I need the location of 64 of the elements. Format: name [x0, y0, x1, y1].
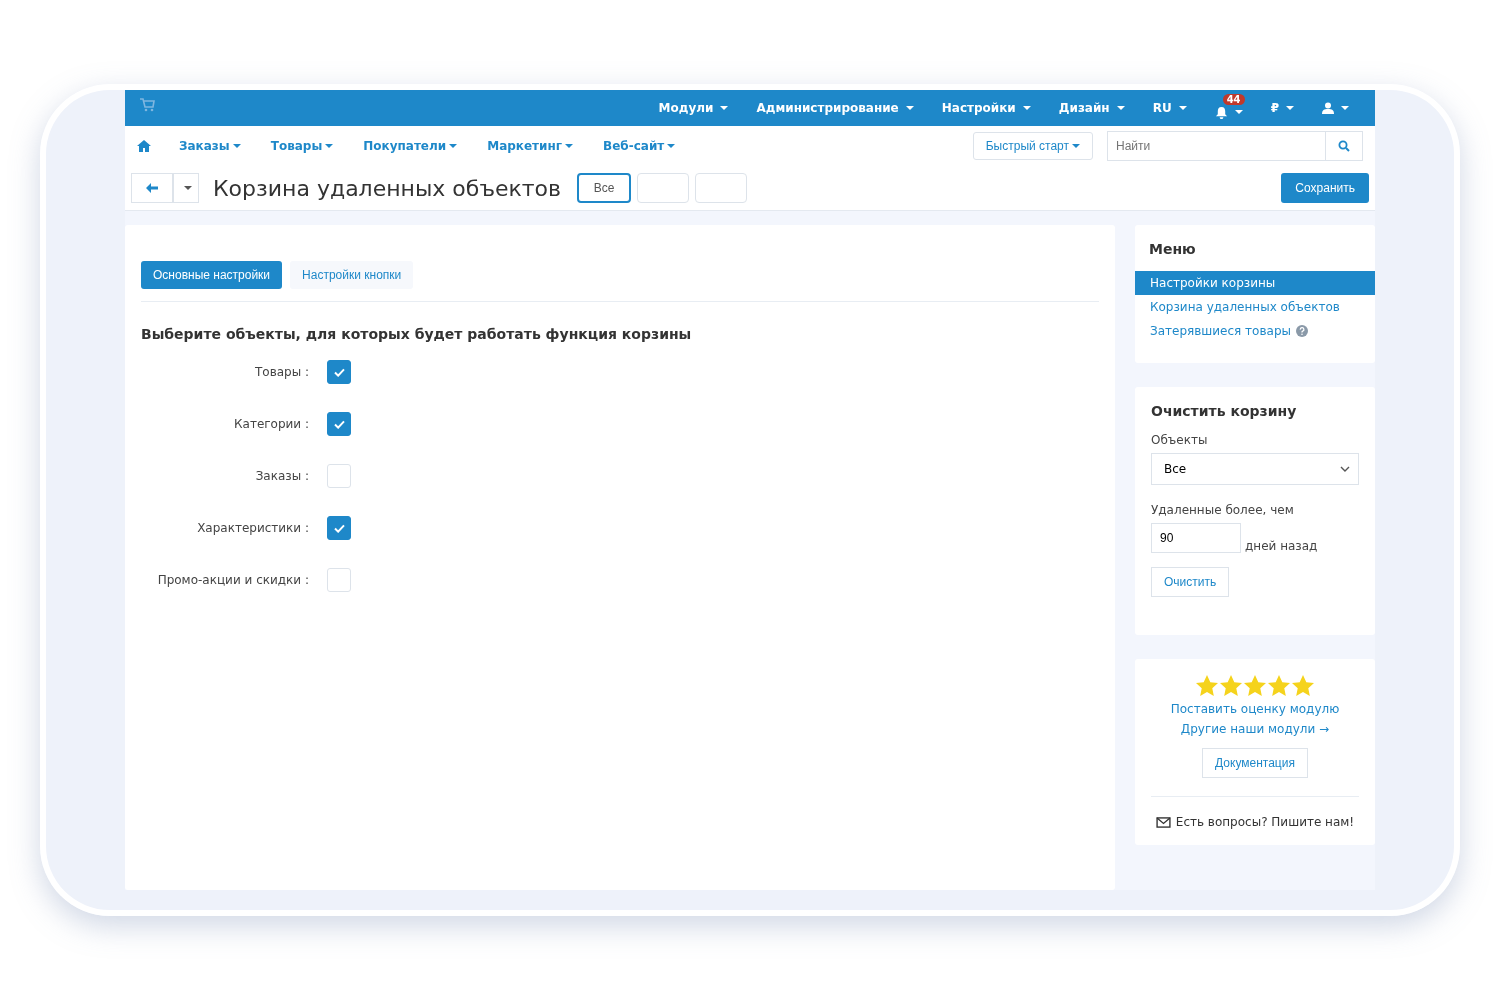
menu-item[interactable]: Настройки корзины: [1135, 271, 1375, 295]
notifications-button[interactable]: 44: [1202, 93, 1255, 123]
tab[interactable]: Основные настройки: [141, 261, 283, 289]
notification-count: 44: [1222, 93, 1245, 105]
page-title: Корзина удаленных объектов: [213, 175, 561, 201]
search-button[interactable]: [1325, 131, 1363, 161]
search-icon: [1338, 140, 1350, 152]
clear-button[interactable]: Очистить: [1151, 567, 1230, 597]
search-field[interactable]: Найти: [1107, 131, 1325, 161]
section-title: Выберите объекты, для которых будет работать функция корзины: [141, 326, 693, 342]
currency-menu[interactable]: ₽: [1258, 97, 1306, 119]
star-icon: [1196, 675, 1218, 696]
filter-button[interactable]: Все: [577, 173, 631, 203]
home-icon[interactable]: [137, 140, 151, 152]
option-label: Заказы :: [254, 469, 309, 483]
other-modules-link[interactable]: Другие наши модули →: [1180, 722, 1330, 736]
check-icon: [333, 367, 345, 377]
card-title: Очистить корзину: [1151, 403, 1298, 419]
objects-select[interactable]: Все: [1151, 453, 1359, 485]
option-label: Характеристики :: [196, 521, 309, 535]
check-icon: [333, 523, 345, 533]
main-menu-item[interactable]: Маркетинг: [479, 135, 582, 157]
cart-icon: [139, 98, 155, 112]
save-button[interactable]: Сохранить: [1281, 173, 1369, 203]
check-icon: [333, 419, 345, 429]
bell-icon: [1214, 105, 1228, 119]
star-icon: [1244, 675, 1266, 696]
menu-item[interactable]: Затерявшиеся товары: [1135, 319, 1375, 343]
days-field[interactable]: 90: [1151, 523, 1241, 553]
top-menu-item[interactable]: Настройки: [929, 97, 1043, 119]
dropdown-button[interactable]: [173, 173, 199, 203]
documentation-button[interactable]: Документация: [1202, 748, 1308, 778]
option-label: Промо-акции и скидки :: [156, 573, 309, 587]
option-label: Товары :: [253, 365, 309, 379]
top-menu-item[interactable]: RU: [1140, 97, 1199, 119]
field-label: Объекты: [1151, 433, 1209, 447]
envelope-icon: [1155, 816, 1171, 828]
menu-title: Меню: [1148, 241, 1197, 257]
rate-link[interactable]: Поставить оценку модулю: [1170, 702, 1340, 716]
main-menu-item[interactable]: Заказы: [171, 135, 249, 157]
star-icon: [1292, 675, 1314, 696]
contact-text[interactable]: Есть вопросы? Пишите нам!: [1175, 815, 1355, 829]
main-menu-item[interactable]: Товары: [262, 135, 342, 157]
arrow-left-icon: [146, 183, 158, 193]
quick-start-button[interactable]: Быстрый старт: [972, 132, 1093, 160]
main-menu-item[interactable]: Покупатели: [355, 135, 466, 157]
checkbox[interactable]: [327, 412, 351, 436]
top-menu-item[interactable]: Дизайн: [1046, 97, 1137, 119]
star-icon: [1220, 675, 1242, 696]
checkbox[interactable]: [327, 516, 351, 540]
star-icon: [1268, 675, 1290, 696]
user-icon: [1322, 102, 1334, 114]
option-label: Категории :: [233, 417, 309, 431]
star-rating[interactable]: [1196, 675, 1314, 696]
field-label: Удаленные более, чем: [1151, 503, 1295, 517]
days-suffix: дней назад: [1245, 539, 1318, 553]
chevron-down-icon: [1340, 466, 1350, 472]
top-menu-item[interactable]: Модули: [646, 97, 741, 119]
menu-item[interactable]: Корзина удаленных объектов: [1135, 295, 1375, 319]
tab[interactable]: Настройки кнопки: [290, 261, 414, 289]
checkbox[interactable]: [327, 360, 351, 384]
main-menu-item[interactable]: Веб-сайт: [595, 135, 684, 157]
top-menu-item[interactable]: Администрирование: [744, 97, 926, 119]
back-button[interactable]: [131, 173, 173, 203]
